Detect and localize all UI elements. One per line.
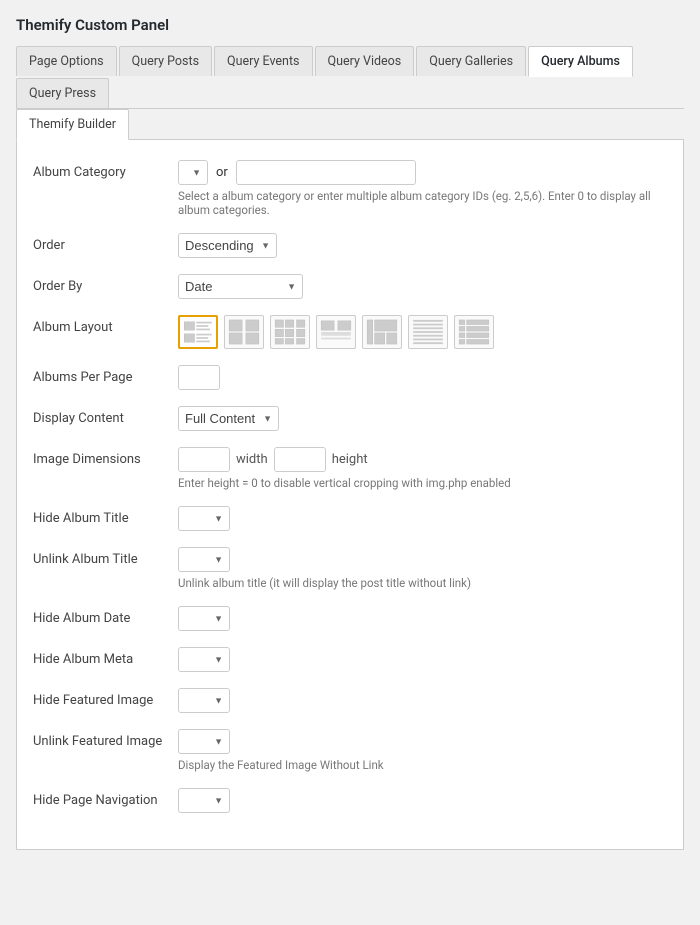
panel-title: Themify Custom Panel — [16, 16, 684, 34]
hide-album-meta-row: Hide Album Meta Yes No — [33, 647, 667, 672]
unlink-featured-image-help: Display the Featured Image Without Link — [178, 758, 667, 772]
order-select[interactable]: Descending Ascending — [178, 233, 277, 258]
hide-page-navigation-control: Yes No — [178, 788, 667, 813]
image-dimensions-help: Enter height = 0 to disable vertical cro… — [178, 476, 667, 490]
hide-page-navigation-row: Hide Page Navigation Yes No — [33, 788, 667, 813]
unlink-featured-image-row: Unlink Featured Image Yes No Display the… — [33, 729, 667, 772]
unlink-featured-image-select[interactable]: Yes No — [178, 729, 230, 754]
image-width-input[interactable] — [178, 447, 230, 472]
album-category-or: or — [216, 165, 228, 180]
tab-query-galleries[interactable]: Query Galleries — [416, 46, 526, 76]
tab-query-events[interactable]: Query Events — [214, 46, 312, 76]
display-content-select[interactable]: Full Content Excerpt None — [178, 406, 279, 431]
hide-album-date-select[interactable]: Yes No — [178, 606, 230, 631]
tab-query-press[interactable]: Query Press — [16, 78, 109, 108]
unlink-album-title-select[interactable]: Yes No — [178, 547, 230, 572]
album-layout-label: Album Layout — [33, 315, 178, 335]
layout-list[interactable] — [178, 315, 218, 349]
tabs-row-2: Themify Builder — [16, 109, 684, 140]
tab-themify-builder[interactable]: Themify Builder — [16, 109, 129, 140]
unlink-featured-image-control: Yes No Display the Featured Image Withou… — [178, 729, 667, 772]
hide-album-title-select-wrapper: Yes No — [178, 506, 230, 531]
order-select-wrapper: Descending Ascending — [178, 233, 277, 258]
unlink-album-title-row: Unlink Album Title Yes No Unlink album t… — [33, 547, 667, 590]
albums-per-page-control — [178, 365, 667, 390]
layout-grid2[interactable] — [224, 315, 264, 349]
image-dimensions-control: width height Enter height = 0 to disable… — [178, 447, 667, 490]
album-category-select[interactable] — [178, 160, 208, 185]
albums-per-page-input[interactable] — [178, 365, 220, 390]
hide-featured-image-select-wrapper: Yes No — [178, 688, 230, 713]
hide-album-date-select-wrapper: Yes No — [178, 606, 230, 631]
hide-page-navigation-select[interactable]: Yes No — [178, 788, 230, 813]
hide-featured-image-label: Hide Featured Image — [33, 688, 178, 708]
image-dimensions-label: Image Dimensions — [33, 447, 178, 467]
hide-album-title-select[interactable]: Yes No — [178, 506, 230, 531]
hide-album-meta-control: Yes No — [178, 647, 667, 672]
panel-body: Album Category or Select a album categor… — [16, 140, 684, 850]
album-category-row: Album Category or Select a album categor… — [33, 160, 667, 217]
order-row: Order Descending Ascending — [33, 233, 667, 258]
order-control: Descending Ascending — [178, 233, 667, 258]
album-category-help: Select a album category or enter multipl… — [178, 189, 667, 217]
hide-page-navigation-label: Hide Page Navigation — [33, 788, 178, 808]
hide-album-date-row: Hide Album Date Yes No — [33, 606, 667, 631]
layout-grid6[interactable] — [408, 315, 448, 349]
tab-page-options[interactable]: Page Options — [16, 46, 117, 76]
hide-album-date-label: Hide Album Date — [33, 606, 178, 626]
unlink-featured-image-select-wrapper: Yes No — [178, 729, 230, 754]
height-label: height — [332, 452, 368, 467]
hide-album-title-control: Yes No — [178, 506, 667, 531]
albums-per-page-label: Albums Per Page — [33, 365, 178, 385]
unlink-album-title-help: Unlink album title (it will display the … — [178, 576, 667, 590]
unlink-album-title-control: Yes No Unlink album title (it will displ… — [178, 547, 667, 590]
hide-album-meta-select[interactable]: Yes No — [178, 647, 230, 672]
tab-query-albums[interactable]: Query Albums — [528, 46, 633, 77]
order-by-label: Order By — [33, 274, 178, 294]
order-by-row: Order By Date Title ID Author Modified R… — [33, 274, 667, 299]
unlink-featured-image-label: Unlink Featured Image — [33, 729, 178, 749]
display-content-row: Display Content Full Content Excerpt Non… — [33, 406, 667, 431]
layout-grid7[interactable] — [454, 315, 494, 349]
hide-album-meta-label: Hide Album Meta — [33, 647, 178, 667]
hide-album-title-row: Hide Album Title Yes No — [33, 506, 667, 531]
image-height-input[interactable] — [274, 447, 326, 472]
display-content-control: Full Content Excerpt None — [178, 406, 667, 431]
layout-icons-group — [178, 315, 667, 349]
tab-query-videos[interactable]: Query Videos — [315, 46, 415, 76]
display-content-label: Display Content — [33, 406, 178, 426]
hide-album-meta-select-wrapper: Yes No — [178, 647, 230, 672]
layout-grid4[interactable] — [316, 315, 356, 349]
width-label: width — [236, 452, 268, 467]
unlink-album-title-select-wrapper: Yes No — [178, 547, 230, 572]
image-dimensions-row: Image Dimensions width height Enter heig… — [33, 447, 667, 490]
order-label: Order — [33, 233, 178, 253]
tab-query-posts[interactable]: Query Posts — [119, 46, 212, 76]
album-category-label: Album Category — [33, 160, 178, 180]
albums-per-page-row: Albums Per Page — [33, 365, 667, 390]
hide-featured-image-control: Yes No — [178, 688, 667, 713]
hide-album-date-control: Yes No — [178, 606, 667, 631]
album-layout-control — [178, 315, 667, 349]
layout-grid3[interactable] — [270, 315, 310, 349]
order-by-select[interactable]: Date Title ID Author Modified Random Com… — [178, 274, 303, 299]
unlink-album-title-label: Unlink Album Title — [33, 547, 178, 567]
album-category-select-wrapper — [178, 160, 208, 185]
album-category-control: or Select a album category or enter mult… — [178, 160, 667, 217]
order-by-select-wrapper: Date Title ID Author Modified Random Com… — [178, 274, 303, 299]
album-layout-row: Album Layout — [33, 315, 667, 349]
hide-featured-image-select[interactable]: Yes No — [178, 688, 230, 713]
order-by-control: Date Title ID Author Modified Random Com… — [178, 274, 667, 299]
hide-page-navigation-select-wrapper: Yes No — [178, 788, 230, 813]
hide-album-title-label: Hide Album Title — [33, 506, 178, 526]
hide-featured-image-row: Hide Featured Image Yes No — [33, 688, 667, 713]
tabs-row-1: Page Options Query Posts Query Events Qu… — [16, 46, 684, 109]
layout-grid5[interactable] — [362, 315, 402, 349]
display-content-select-wrapper: Full Content Excerpt None — [178, 406, 279, 431]
album-category-input[interactable] — [236, 160, 416, 185]
